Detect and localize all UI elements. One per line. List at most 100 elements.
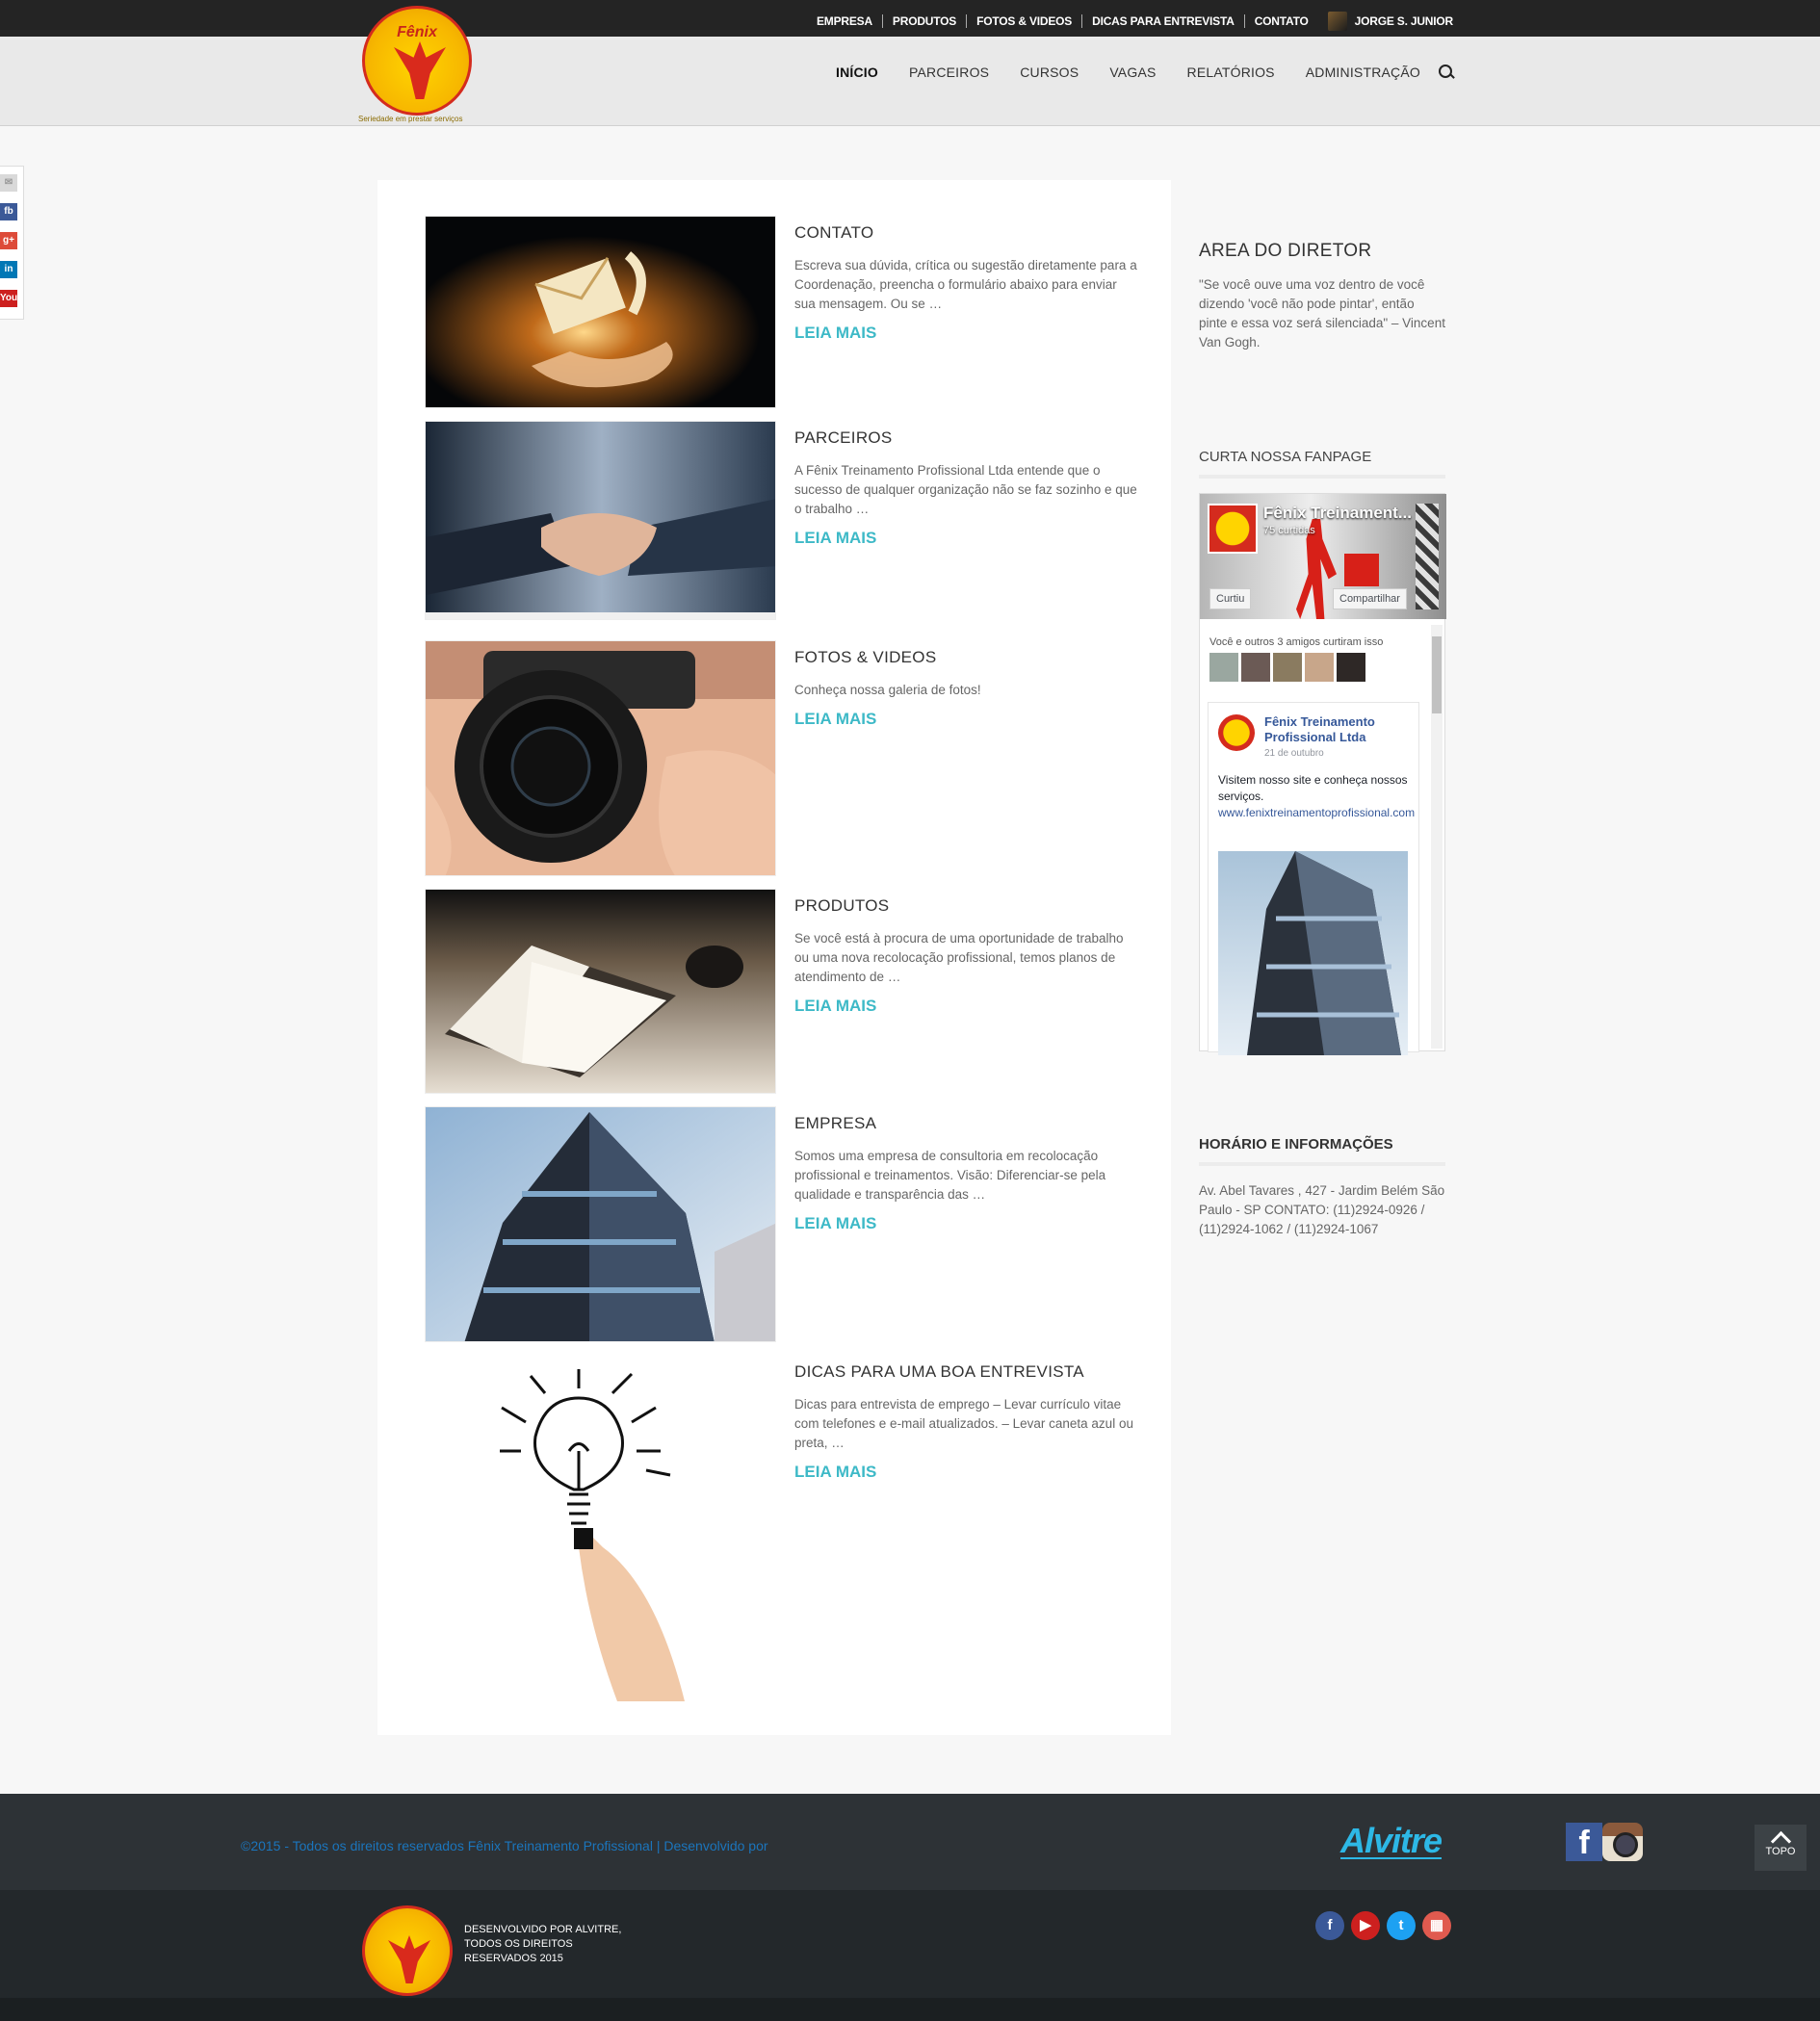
read-more-link[interactable]: LEIA MAIS [794,1214,876,1233]
facebook-icon[interactable]: f [1315,1911,1344,1940]
youtube-icon[interactable]: You [0,290,17,307]
envelope-hand-image [426,217,775,407]
footer-bottom: DESENVOLVIDO POR ALVITRE, TODOS OS DIREI… [0,1890,1820,1998]
post-dicas-entrevista: DICAS PARA UMA BOA ENTREVISTA Dicas para… [425,1355,1133,1701]
alvitre-logo[interactable]: Alvitre [1340,1821,1443,1861]
top-link-empresa[interactable]: EMPRESA [807,14,883,28]
fb-post-author[interactable]: Fênix Treinamento Profissional Ltda [1264,714,1409,745]
calendar-icon[interactable]: ▦ [1422,1911,1451,1940]
nav-item-relatorios[interactable]: RELATÓRIOS [1187,65,1275,80]
instagram-icon[interactable] [1602,1823,1643,1861]
search-icon[interactable] [1438,64,1455,81]
top-link-produtos[interactable]: PRODUTOS [883,14,968,28]
facebook-icon[interactable]: fb [0,203,17,220]
fb-post-body: Visitem nosso site e conheça nossos serv… [1218,772,1416,821]
linkedin-icon[interactable]: in [0,261,17,278]
logo-emblem: Fênix [362,6,472,116]
read-more-link[interactable]: LEIA MAIS [794,710,876,729]
back-to-top-button[interactable]: TOPO [1755,1825,1807,1871]
youtube-icon[interactable]: ▶ [1351,1911,1380,1940]
facebook-icon[interactable]: f [1566,1823,1602,1861]
post-title[interactable]: PRODUTOS [794,896,1141,916]
twitter-icon[interactable]: t [1387,1911,1416,1940]
mail-icon[interactable]: ✉ [0,174,17,192]
post-image[interactable] [425,640,776,876]
read-more-link[interactable]: LEIA MAIS [794,529,876,548]
finish-flag-figure [1416,504,1439,609]
fb-friend-faces [1209,653,1417,682]
nav-item-vagas[interactable]: VAGAS [1109,65,1156,80]
post-info: PRODUTOS Se você está à procura de uma o… [794,896,1141,1016]
fb-page-name[interactable]: Fênix Treinament... [1263,504,1412,523]
copyright-text: ©2015 - Todos os direitos reservados Fên… [241,1838,768,1853]
post-image[interactable] [425,1106,776,1342]
post-image[interactable] [425,889,776,1094]
top-link-dicas-entrevista[interactable]: DICAS PARA ENTREVISTA [1082,14,1245,28]
suitcase-figure [1344,554,1379,586]
side-social-bar: ✉ fb g+ in You [0,166,24,320]
fb-post-link[interactable]: www.fenixtreinamentoprofissional.com [1218,806,1415,819]
post-image[interactable] [425,421,776,620]
read-more-link[interactable]: LEIA MAIS [794,324,876,343]
fb-scrollbar[interactable] [1431,625,1443,1049]
read-more-link[interactable]: LEIA MAIS [794,997,876,1016]
nav-item-cursos[interactable]: CURSOS [1020,65,1079,80]
sidebar: AREA DO DIRETOR "Se você ouve uma voz de… [1199,241,1446,1236]
nav-item-parceiros[interactable]: PARCEIROS [909,65,989,80]
main-nav: INÍCIO PARCEIROS CURSOS VAGAS RELATÓRIOS… [805,64,1455,81]
top-link-contato[interactable]: CONTATO [1245,14,1318,28]
fb-cover[interactable]: Fênix Treinament... 75 curtidas Curtiu C… [1200,494,1446,619]
logo-emblem [362,1905,453,1996]
friend-avatar[interactable] [1209,653,1238,682]
fb-post-text: Visitem nosso site e conheça nossos serv… [1218,773,1408,803]
post-info: EMPRESA Somos uma empresa de consultoria… [794,1114,1141,1233]
post-title[interactable]: PARCEIROS [794,428,1141,448]
read-more-link[interactable]: LEIA MAIS [794,1463,876,1482]
footer-logo[interactable] [362,1905,453,2002]
top-links: EMPRESA PRODUTOS FOTOS & VIDEOS DICAS PA… [807,12,1453,31]
director-title: AREA DO DIRETOR [1199,241,1372,261]
post-excerpt: A Fênix Treinamento Profissional Ltda en… [794,463,1137,516]
post-title[interactable]: CONTATO [794,223,1141,243]
post-excerpt: Somos uma empresa de consultoria em reco… [794,1149,1106,1202]
fb-page-avatar[interactable] [1208,504,1258,554]
friend-avatar[interactable] [1241,653,1270,682]
top-bar: EMPRESA PRODUTOS FOTOS & VIDEOS DICAS PA… [0,0,1820,37]
friend-avatar[interactable] [1337,653,1365,682]
notebook-image [426,890,775,1093]
director-widget: AREA DO DIRETOR "Se você ouve uma voz de… [1199,241,1445,352]
fb-post-avatar[interactable] [1218,714,1255,751]
google-plus-icon[interactable]: g+ [0,232,17,249]
top-link-fotos-videos[interactable]: FOTOS & VIDEOS [967,14,1083,28]
friend-avatar[interactable] [1273,653,1302,682]
fb-post-date[interactable]: 21 de outubro [1264,748,1324,759]
nav-item-administracao[interactable]: ADMINISTRAÇÃO [1306,65,1420,80]
post-title[interactable]: EMPRESA [794,1114,1141,1133]
info-title: HORÁRIO E INFORMAÇÕES [1199,1136,1445,1166]
scrollbar-thumb[interactable] [1432,636,1442,713]
footer-socials: f ▶ t ▦ [1315,1911,1458,1940]
fb-friends-text: Você e outros 3 amigos curtiram isso [1209,636,1384,648]
header: INÍCIO PARCEIROS CURSOS VAGAS RELATÓRIOS… [0,37,1820,126]
post-info: PARCEIROS A Fênix Treinamento Profission… [794,428,1141,548]
post-title[interactable]: FOTOS & VIDEOS [794,648,1141,667]
fb-post-image[interactable] [1218,851,1408,1055]
user-name: JORGE S. JUNIOR [1354,14,1454,28]
nav-item-inicio[interactable]: INÍCIO [836,65,878,80]
fb-liked-button[interactable]: Curtiu [1209,588,1252,609]
fb-post: Fênix Treinamento Profissional Ltda 21 d… [1208,702,1419,1055]
post-title[interactable]: DICAS PARA UMA BOA ENTREVISTA [794,1362,1141,1382]
fb-likes-count: 75 curtidas [1263,525,1315,536]
fanpage-title: CURTA NOSSA FANPAGE [1199,449,1445,479]
user-menu[interactable]: JORGE S. JUNIOR [1327,12,1454,31]
post-image[interactable] [425,1355,776,1701]
post-excerpt: Dicas para entrevista de emprego – Levar… [794,1397,1133,1450]
post-excerpt: Escreva sua dúvida, crítica ou sugestão … [794,258,1137,311]
friend-avatar[interactable] [1305,653,1334,682]
logo-tagline: Seriedade em prestar serviços [358,115,463,123]
post-image[interactable] [425,216,776,408]
fb-share-button[interactable]: Compartilhar [1333,588,1407,609]
building-image [426,1107,775,1341]
handshake-image [426,422,775,619]
site-logo[interactable]: Fênix Seriedade em prestar serviços [358,6,476,127]
